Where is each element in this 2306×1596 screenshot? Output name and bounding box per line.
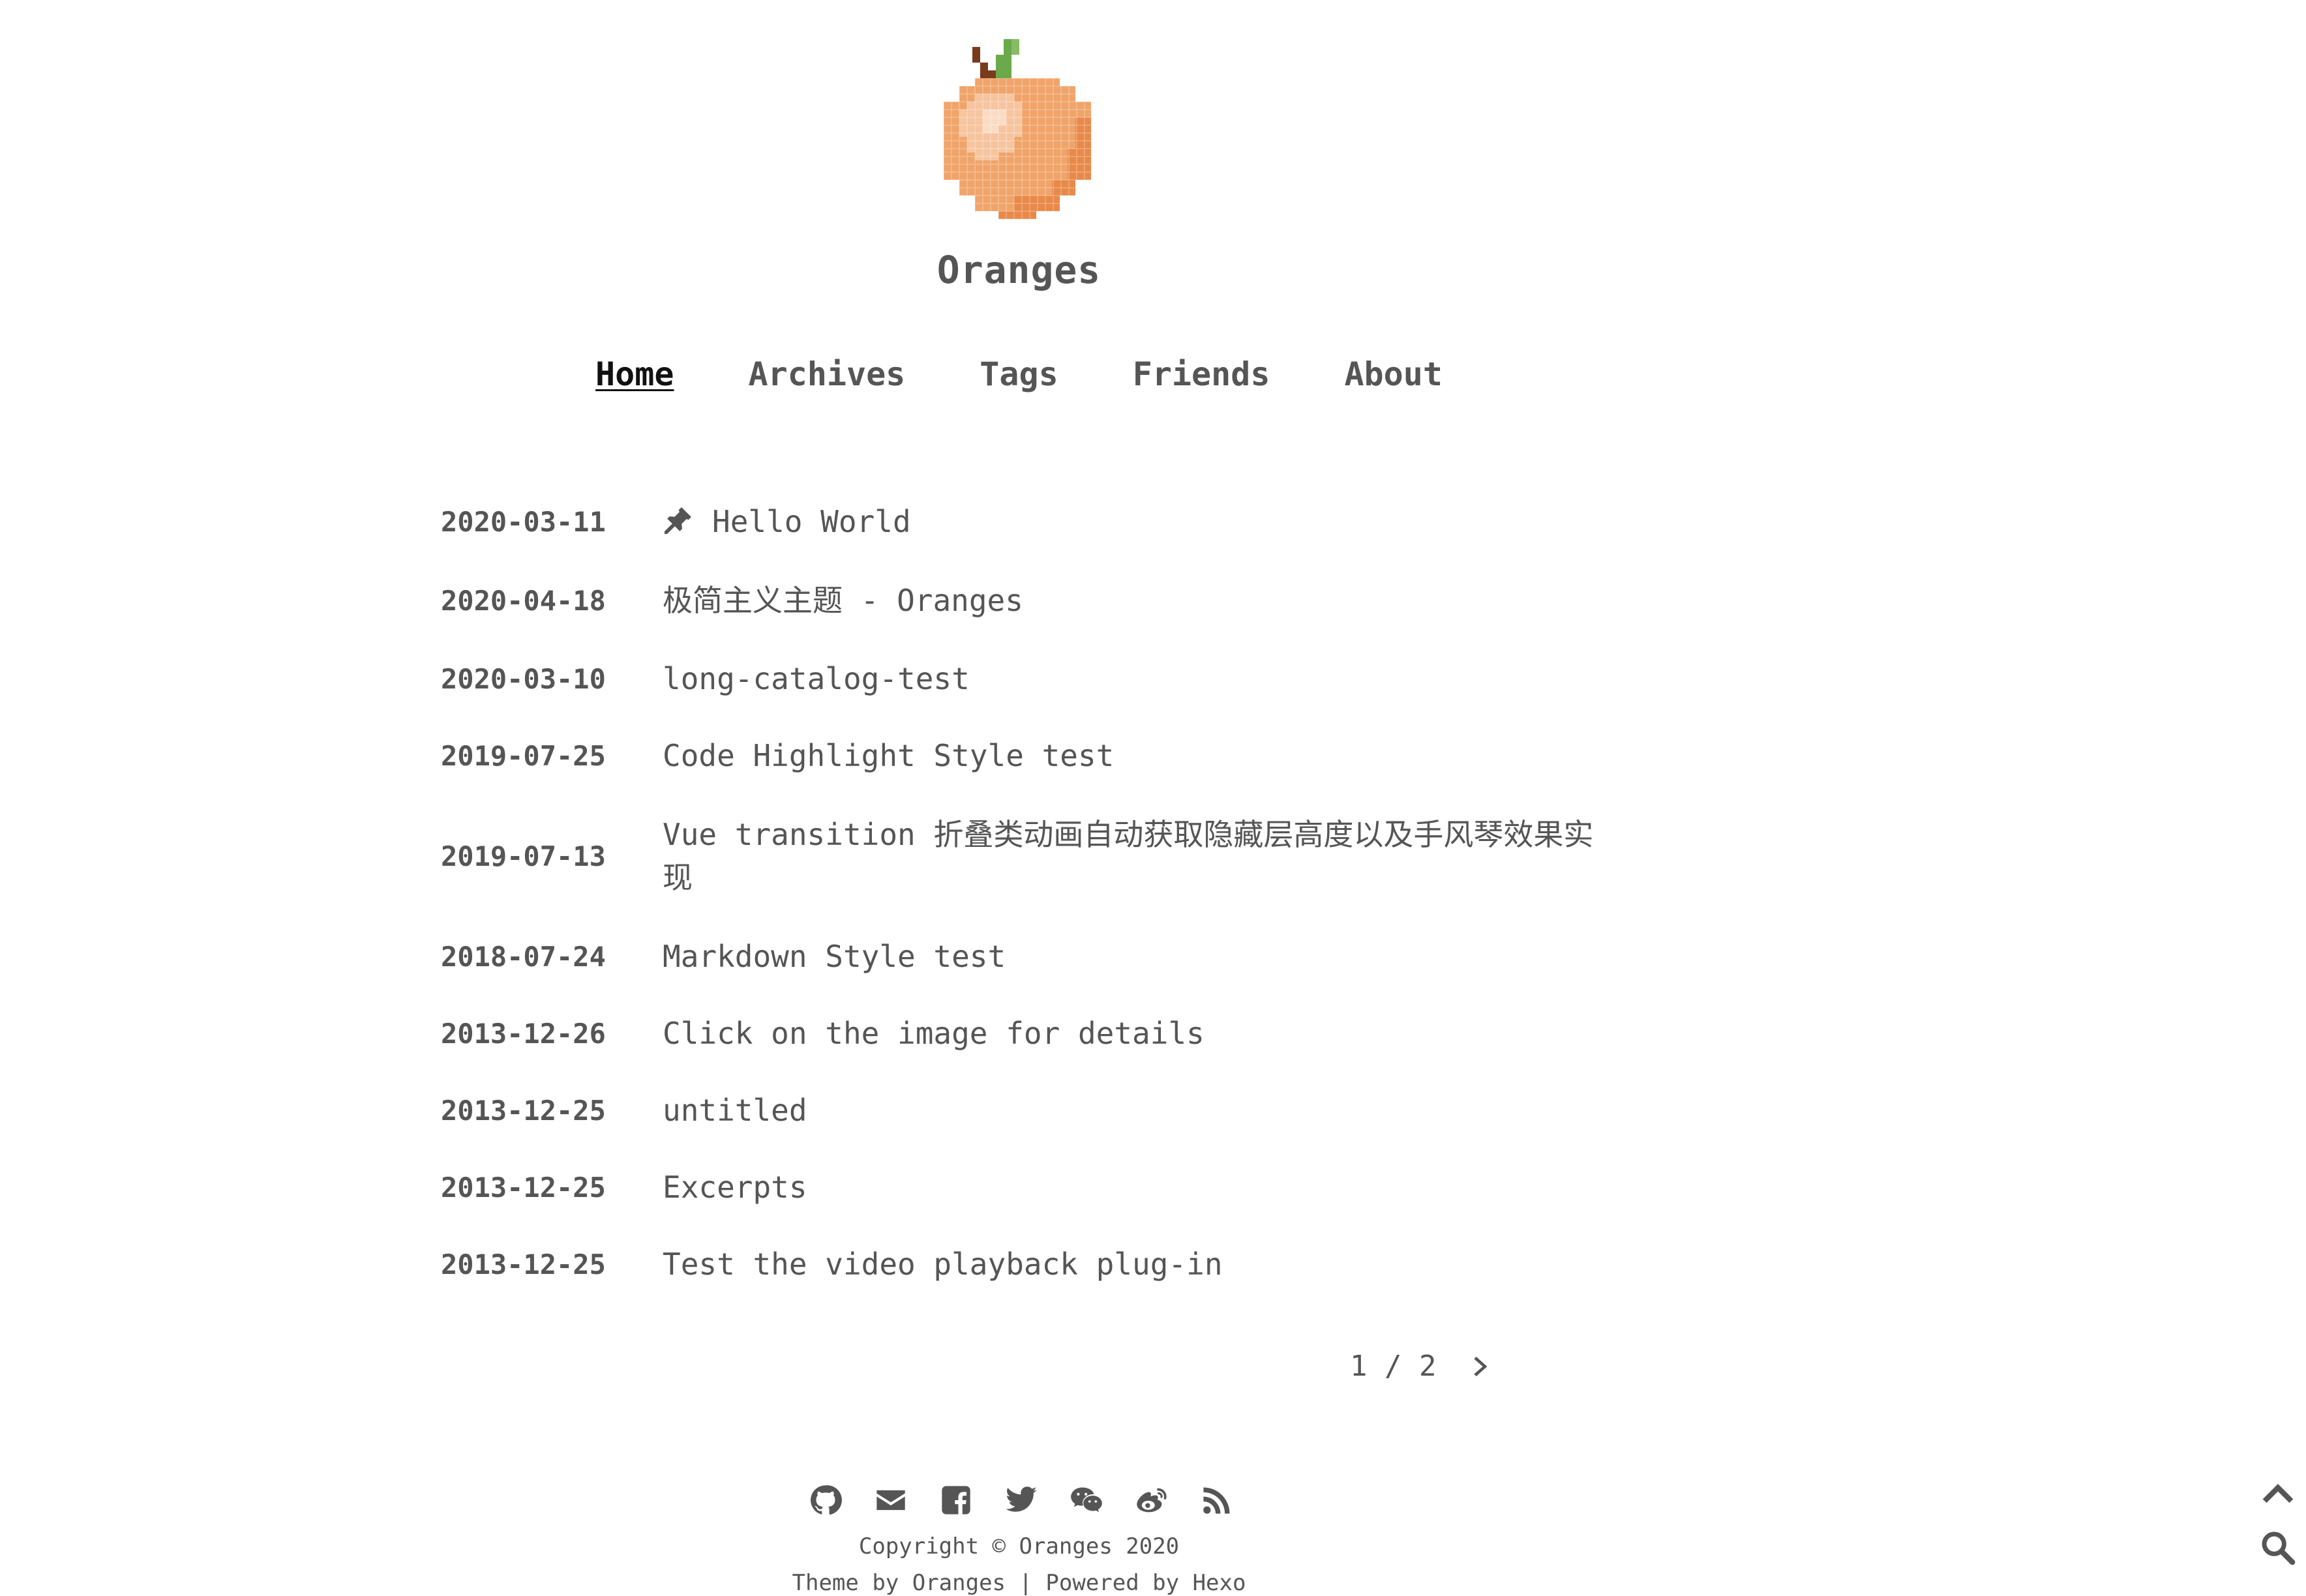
post-title[interactable]: long-catalog-test: [663, 657, 1608, 700]
credits-text: Theme by Oranges | Powered by Hexo: [792, 1570, 1246, 1596]
post-item: 2020-03-10 long-catalog-test: [441, 640, 1615, 717]
post-date: 2020-04-18: [441, 584, 606, 617]
pin-icon: [665, 507, 691, 534]
post-item: 2013-12-25 Test the video playback plug-…: [441, 1226, 1615, 1303]
post-title[interactable]: Code Highlight Style test: [663, 734, 1608, 777]
post-date: 2013-12-26: [441, 1017, 606, 1050]
post-title[interactable]: Click on the image for details: [663, 1012, 1608, 1055]
post-title[interactable]: Test the video playback plug-in: [663, 1243, 1608, 1286]
wechat-icon[interactable]: [1070, 1483, 1103, 1517]
post-title[interactable]: Vue transition 折叠类动画自动获取隐藏层高度以及手风琴效果实现: [663, 813, 1608, 899]
post-item: 2019-07-25 Code Highlight Style test: [441, 717, 1615, 794]
site-title[interactable]: Oranges: [0, 248, 2038, 292]
chevron-right-icon[interactable]: [1469, 1353, 1495, 1380]
post-date: 2013-12-25: [441, 1171, 606, 1204]
post-date: 2018-07-24: [441, 940, 606, 973]
post-date: 2013-12-25: [441, 1248, 606, 1280]
page-indicator: 1 / 2: [1350, 1350, 1437, 1383]
nav-archives[interactable]: Archives: [747, 355, 906, 393]
nav-friends[interactable]: Friends: [1131, 355, 1272, 393]
post-list: 2020-03-11 Hello World 2020-04-18 极简主义主题…: [441, 482, 1615, 1303]
post-title[interactable]: 极简主义主题 - Oranges: [663, 579, 1608, 622]
pagination: 1 / 2: [1350, 1350, 1495, 1383]
weibo-icon[interactable]: [1135, 1483, 1169, 1517]
facebook-icon[interactable]: [939, 1483, 973, 1517]
social-links: [809, 1483, 1234, 1517]
post-date: 2020-03-11: [441, 505, 606, 538]
post-title-text[interactable]: Hello World: [712, 504, 911, 539]
post-title[interactable]: Markdown Style test: [663, 935, 1608, 978]
post-date: 2019-07-13: [441, 840, 606, 872]
email-icon[interactable]: [874, 1483, 908, 1517]
post-item: 2020-04-18 极简主义主题 - Oranges: [441, 561, 1615, 640]
post-title[interactable]: Hello World: [663, 500, 1608, 543]
github-icon[interactable]: [809, 1483, 843, 1517]
main-nav: Home Archives Tags Friends About: [0, 355, 2038, 406]
orange-logo-icon[interactable]: [936, 39, 1099, 222]
post-item: 2020-03-11 Hello World: [441, 482, 1615, 561]
post-date: 2019-07-25: [441, 739, 606, 772]
post-title[interactable]: Excerpts: [663, 1166, 1608, 1209]
post-item: 2018-07-24 Markdown Style test: [441, 918, 1615, 995]
post-item: 2019-07-13 Vue transition 折叠类动画自动获取隐藏层高度…: [441, 794, 1615, 918]
copyright-text: Copyright © Oranges 2020: [858, 1533, 1180, 1559]
twitter-icon[interactable]: [1004, 1483, 1038, 1517]
nav-tags[interactable]: Tags: [978, 355, 1059, 393]
scroll-top-icon[interactable]: [2260, 1475, 2296, 1511]
post-item: 2013-12-25 untitled: [441, 1072, 1615, 1149]
post-item: 2013-12-25 Excerpts: [441, 1149, 1615, 1226]
page: Oranges Home Archives Tags Friends About…: [0, 0, 2306, 1596]
rss-icon[interactable]: [1200, 1483, 1234, 1517]
nav-about[interactable]: About: [1343, 355, 1444, 393]
search-icon[interactable]: [2260, 1530, 2296, 1566]
nav-home[interactable]: Home: [594, 355, 676, 406]
post-title[interactable]: untitled: [663, 1089, 1608, 1132]
post-date: 2020-03-10: [441, 662, 606, 695]
post-item: 2013-12-26 Click on the image for detail…: [441, 995, 1615, 1072]
post-date: 2013-12-25: [441, 1094, 606, 1127]
